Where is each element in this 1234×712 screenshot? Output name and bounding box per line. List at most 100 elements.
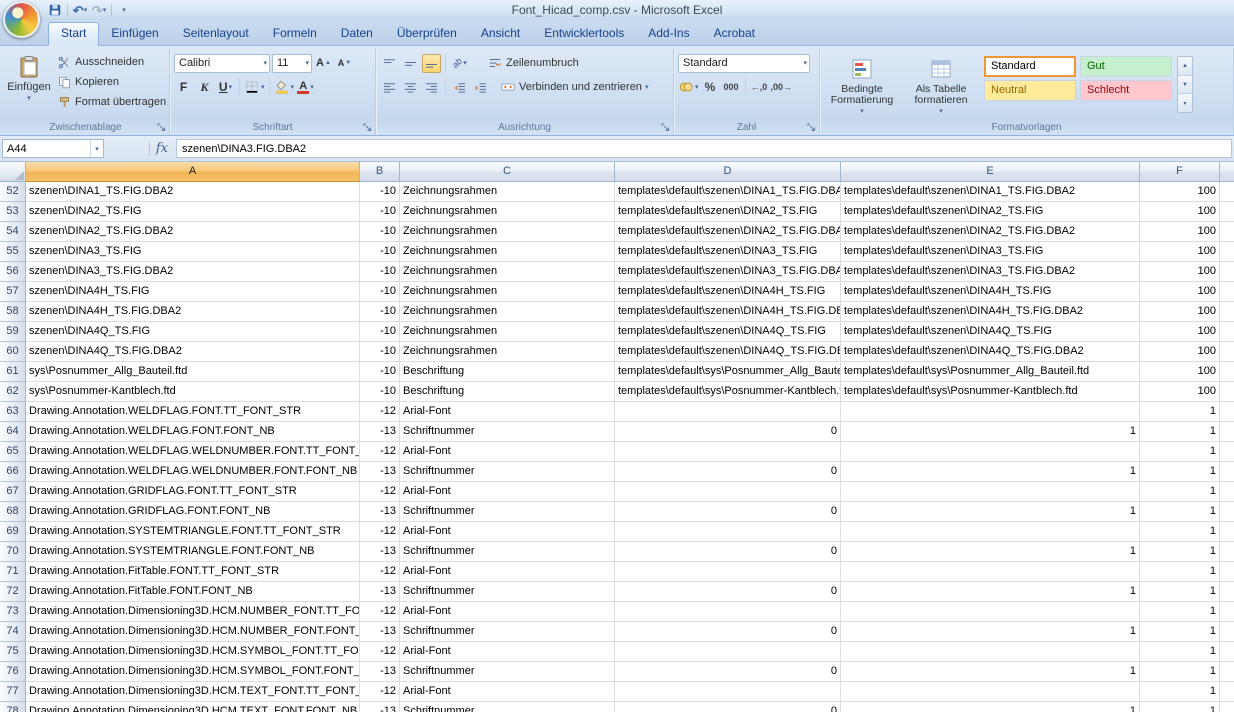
cell-F59[interactable]: 100 [1140, 322, 1220, 342]
italic-button[interactable]: K [195, 78, 214, 97]
increase-decimal-button[interactable]: ←,0 [750, 78, 769, 97]
cell-D65[interactable] [615, 442, 841, 462]
row-header-67[interactable]: 67 [0, 482, 26, 502]
cell-B72[interactable]: -13 [360, 582, 400, 602]
cell-A69[interactable]: Drawing.Annotation.SYSTEMTRIANGLE.FONT.T… [26, 522, 360, 542]
cell-B58[interactable]: -10 [360, 302, 400, 322]
cell-E56[interactable]: templates\default\szenen\DINA3_TS.FIG.DB… [841, 262, 1140, 282]
row-header-58[interactable]: 58 [0, 302, 26, 322]
cell-A57[interactable]: szenen\DINA4H_TS.FIG [26, 282, 360, 302]
cell-F52[interactable]: 100 [1140, 182, 1220, 202]
cell-B69[interactable]: -12 [360, 522, 400, 542]
cell-E54[interactable]: templates\default\szenen\DINA2_TS.FIG.DB… [841, 222, 1140, 242]
cell-A76[interactable]: Drawing.Annotation.Dimensioning3D.HCM.SY… [26, 662, 360, 682]
chevron-down-icon[interactable]: ▾ [261, 84, 265, 91]
font-size-select[interactable]: 11 ▾ [272, 54, 312, 73]
cell-B71[interactable]: -12 [360, 562, 400, 582]
increase-indent-button[interactable] [471, 78, 490, 97]
cell-F68[interactable]: 1 [1140, 502, 1220, 522]
cell-D67[interactable] [615, 482, 841, 502]
number-format-select[interactable]: Standard ▾ [678, 54, 810, 73]
formula-input[interactable]: szenen\DINA3.FIG.DBA2 [176, 139, 1232, 158]
row-header-74[interactable]: 74 [0, 622, 26, 642]
cell-F57[interactable]: 100 [1140, 282, 1220, 302]
cell-E78[interactable]: 1 [841, 702, 1140, 712]
cell-C71[interactable]: Arial-Font [400, 562, 615, 582]
row-header-78[interactable]: 78 [0, 702, 26, 712]
cell-E71[interactable] [841, 562, 1140, 582]
merge-center-button[interactable]: Verbinden und zentrieren ▾ [500, 78, 648, 96]
cell-A60[interactable]: szenen\DINA4Q_TS.FIG.DBA2 [26, 342, 360, 362]
column-header-B[interactable]: B [360, 162, 400, 182]
cell-F53[interactable]: 100 [1140, 202, 1220, 222]
cell-D74[interactable]: 0 [615, 622, 841, 642]
cell-A54[interactable]: szenen\DINA2_TS.FIG.DBA2 [26, 222, 360, 242]
row-header-77[interactable]: 77 [0, 682, 26, 702]
cell-D76[interactable]: 0 [615, 662, 841, 682]
tab-acrobat[interactable]: Acrobat [702, 22, 767, 45]
cell-D64[interactable]: 0 [615, 422, 841, 442]
cell-A75[interactable]: Drawing.Annotation.Dimensioning3D.HCM.SY… [26, 642, 360, 662]
cell-C78[interactable]: Schriftnummer [400, 702, 615, 712]
row-header-62[interactable]: 62 [0, 382, 26, 402]
cell-D68[interactable]: 0 [615, 502, 841, 522]
cell-D57[interactable]: templates\default\szenen\DINA4H_TS.FIG [615, 282, 841, 302]
cell-C76[interactable]: Schriftnummer [400, 662, 615, 682]
cell-D58[interactable]: templates\default\szenen\DINA4H_TS.FIG.D… [615, 302, 841, 322]
cell-E70[interactable]: 1 [841, 542, 1140, 562]
cell-B56[interactable]: -10 [360, 262, 400, 282]
cell-F76[interactable]: 1 [1140, 662, 1220, 682]
cell-B70[interactable]: -13 [360, 542, 400, 562]
save-button[interactable] [46, 2, 64, 19]
cell-D66[interactable]: 0 [615, 462, 841, 482]
cell-D69[interactable] [615, 522, 841, 542]
align-center-button[interactable] [401, 78, 420, 97]
row-header-76[interactable]: 76 [0, 662, 26, 682]
cell-C70[interactable]: Schriftnummer [400, 542, 615, 562]
column-header-E[interactable]: E [841, 162, 1140, 182]
cell-B54[interactable]: -10 [360, 222, 400, 242]
cell-F66[interactable]: 1 [1140, 462, 1220, 482]
cell-E74[interactable]: 1 [841, 622, 1140, 642]
cell-E61[interactable]: templates\default\sys\Posnummer_Allg_Bau… [841, 362, 1140, 382]
cell-B52[interactable]: -10 [360, 182, 400, 202]
cell-E60[interactable]: templates\default\szenen\DINA4Q_TS.FIG.D… [841, 342, 1140, 362]
cell-E62[interactable]: templates\default\sys\Posnummer-Kantblec… [841, 382, 1140, 402]
cell-B57[interactable]: -10 [360, 282, 400, 302]
cell-B61[interactable]: -10 [360, 362, 400, 382]
cell-B55[interactable]: -10 [360, 242, 400, 262]
orientation-button[interactable]: ab ▾ [450, 54, 469, 73]
cell-C64[interactable]: Schriftnummer [400, 422, 615, 442]
cell-D78[interactable]: 0 [615, 702, 841, 712]
row-header-73[interactable]: 73 [0, 602, 26, 622]
cell-E73[interactable] [841, 602, 1140, 622]
underline-button[interactable]: U▾ [216, 78, 235, 97]
column-header-D[interactable]: D [615, 162, 841, 182]
cell-F55[interactable]: 100 [1140, 242, 1220, 262]
cut-button[interactable]: Ausschneiden [56, 53, 166, 71]
decrease-indent-button[interactable] [450, 78, 469, 97]
cell-B67[interactable]: -12 [360, 482, 400, 502]
cell-D77[interactable] [615, 682, 841, 702]
cell-B75[interactable]: -12 [360, 642, 400, 662]
cell-C55[interactable]: Zeichnungsrahmen [400, 242, 615, 262]
row-header-70[interactable]: 70 [0, 542, 26, 562]
cell-B60[interactable]: -10 [360, 342, 400, 362]
cell-A74[interactable]: Drawing.Annotation.Dimensioning3D.HCM.NU… [26, 622, 360, 642]
gallery-scroll-up-icon[interactable]: ▲ [1178, 57, 1192, 76]
row-header-61[interactable]: 61 [0, 362, 26, 382]
align-middle-button[interactable] [401, 54, 420, 73]
cell-F64[interactable]: 1 [1140, 422, 1220, 442]
cell-F78[interactable]: 1 [1140, 702, 1220, 712]
cell-A63[interactable]: Drawing.Annotation.WELDFLAG.FONT.TT_FONT… [26, 402, 360, 422]
cell-F65[interactable]: 1 [1140, 442, 1220, 462]
cell-E53[interactable]: templates\default\szenen\DINA2_TS.FIG [841, 202, 1140, 222]
row-header-64[interactable]: 64 [0, 422, 26, 442]
cell-F62[interactable]: 100 [1140, 382, 1220, 402]
cell-A56[interactable]: szenen\DINA3_TS.FIG.DBA2 [26, 262, 360, 282]
cell-A55[interactable]: szenen\DINA3_TS.FIG [26, 242, 360, 262]
cell-C73[interactable]: Arial-Font [400, 602, 615, 622]
undo-button[interactable]: ↶ ▾ [71, 2, 89, 19]
column-header-F[interactable]: F [1140, 162, 1220, 182]
cell-F77[interactable]: 1 [1140, 682, 1220, 702]
